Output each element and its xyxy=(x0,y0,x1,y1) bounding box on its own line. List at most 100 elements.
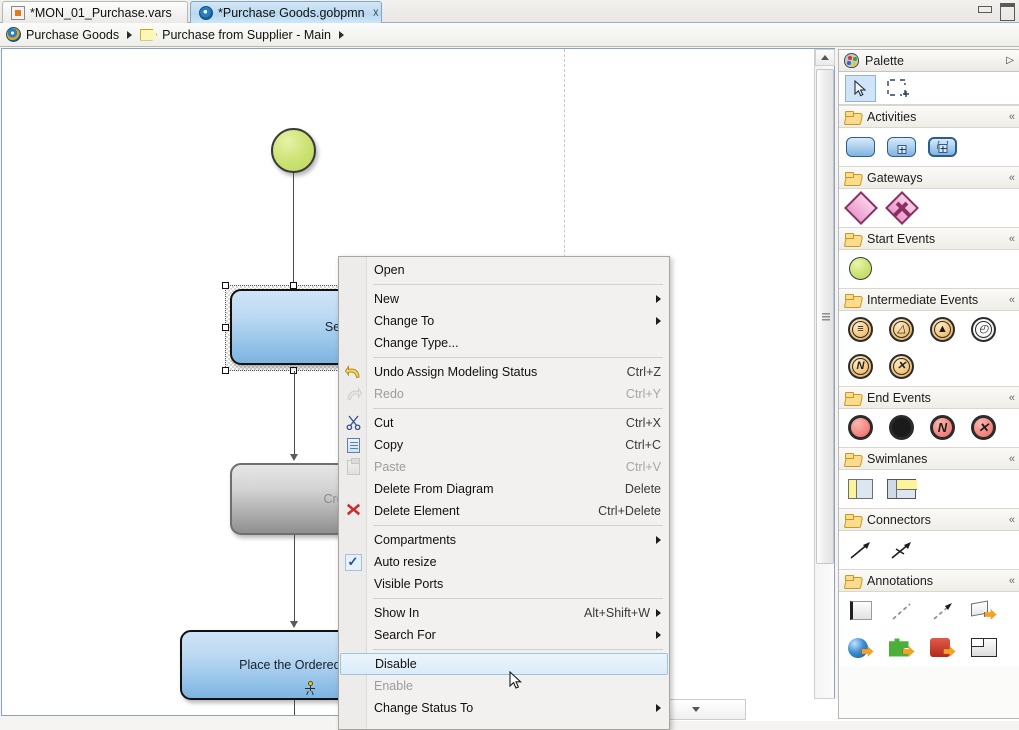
triangle-down-icon-h xyxy=(691,707,700,712)
minimize-icon[interactable] xyxy=(977,3,992,16)
association-icon[interactable] xyxy=(886,596,917,625)
context-menu-item-delete-element[interactable]: Delete Element Ctrl+Delete xyxy=(339,500,669,522)
task-icon[interactable] xyxy=(845,132,876,161)
palette-group-end-events[interactable]: End Events « xyxy=(839,386,1019,409)
scrollbar-grip-icon xyxy=(822,312,830,321)
palette-group-intermediate-events[interactable]: Intermediate Events « xyxy=(839,288,1019,311)
context-menu-item-change-to[interactable]: Change To xyxy=(339,310,669,332)
palette-group-start-events[interactable]: Start Events « xyxy=(839,227,1019,250)
context-menu-item-label: Show In xyxy=(374,606,420,620)
context-menu[interactable]: Open New Change To Change Type... Undo Assig… xyxy=(338,256,670,730)
call-activity-icon[interactable]: [...] xyxy=(927,132,958,161)
group-icon[interactable] xyxy=(968,633,999,662)
context-menu-item-cut[interactable]: Cut Ctrl+X xyxy=(339,412,669,434)
directed-association-icon[interactable] xyxy=(927,596,958,625)
collapse-icon[interactable]: « xyxy=(1009,111,1015,123)
sequence-flow-2[interactable] xyxy=(294,371,295,457)
escalation-event-icon[interactable]: △ xyxy=(886,315,917,344)
sequence-flow-3[interactable] xyxy=(294,535,295,627)
resize-handle-n[interactable] xyxy=(290,282,297,289)
palette-group-gateways[interactable]: Gateways « xyxy=(839,166,1019,189)
editor-tab-vars[interactable]: *MON_01_Purchase.vars xyxy=(2,1,188,23)
data-object-icon[interactable] xyxy=(968,596,999,625)
breadcrumb-item-1[interactable]: Purchase from Supplier - Main xyxy=(162,28,331,42)
start-event-shape[interactable] xyxy=(271,128,316,173)
context-menu-item-show-in[interactable]: Show In Alt+Shift+W xyxy=(339,602,669,624)
context-menu-item-label: Change Type... xyxy=(374,336,459,350)
context-menu-item-shortcut: Ctrl+X xyxy=(625,416,661,430)
palette-group-annotations[interactable]: Annotations « xyxy=(839,569,1019,592)
bpmn-file-icon xyxy=(199,5,213,20)
collapse-icon-6[interactable]: « xyxy=(1009,453,1015,465)
collapse-icon-3[interactable]: « xyxy=(1009,233,1015,245)
context-menu-item-open[interactable]: Open xyxy=(339,259,669,281)
context-menu-item-shortcut: Ctrl+Delete xyxy=(598,504,661,518)
start-event-icon[interactable] xyxy=(845,254,876,283)
context-menu-item-visible-ports[interactable]: Visible Ports xyxy=(339,573,669,595)
lane-vertical-icon[interactable] xyxy=(845,474,876,503)
sequence-flow-1[interactable] xyxy=(293,173,294,287)
terminate-event-icon[interactable] xyxy=(886,413,917,442)
marquee-icon[interactable] xyxy=(882,75,913,102)
context-menu-item-compartments[interactable]: Compartments xyxy=(339,529,669,551)
palette-panel: Palette ▷ Activities « [...] xyxy=(838,49,1019,719)
object-reference-icon[interactable] xyxy=(927,633,958,662)
context-menu-separator xyxy=(373,284,663,285)
error-end-icon[interactable]: ✕ xyxy=(968,413,999,442)
signal-event-icon[interactable]: N xyxy=(845,352,876,381)
close-icon[interactable]: ☓ xyxy=(373,7,379,19)
palette-group-swimlanes[interactable]: Swimlanes « xyxy=(839,447,1019,470)
palette-items-connectors xyxy=(839,531,1019,569)
context-menu-item-new[interactable]: New xyxy=(339,288,669,310)
message-event-icon[interactable]: ≡ xyxy=(845,315,876,344)
pool-horizontal-icon[interactable] xyxy=(886,474,917,503)
resize-handle-w[interactable] xyxy=(222,324,229,331)
collapse-icon-8[interactable]: « xyxy=(1009,575,1015,587)
cut-icon xyxy=(344,415,362,431)
gateway-parallel-icon[interactable] xyxy=(884,190,919,225)
end-event-icon[interactable] xyxy=(845,413,876,442)
canvas-vertical-scrollbar[interactable] xyxy=(814,49,835,715)
sequence-flow-3-arrow xyxy=(290,621,298,628)
sequence-flow-icon[interactable] xyxy=(845,535,876,564)
resize-handle-nw[interactable] xyxy=(222,282,229,289)
palette-items-gateways xyxy=(839,189,1019,227)
sequence-flow-4[interactable] xyxy=(294,700,295,715)
context-menu-item-copy[interactable]: Copy Ctrl+C xyxy=(339,434,669,456)
gateway-icon[interactable] xyxy=(843,190,878,225)
editor-tab-bar: *MON_01_Purchase.vars *Purchase Goods.go… xyxy=(0,0,1019,23)
palette-group-activities[interactable]: Activities « xyxy=(839,105,1019,128)
delete-icon xyxy=(344,503,362,519)
collapse-icon-2[interactable]: « xyxy=(1009,172,1015,184)
collapse-icon-4[interactable]: « xyxy=(1009,294,1015,306)
breadcrumb-item-0[interactable]: Purchase Goods xyxy=(26,28,119,42)
context-menu-item-change-type[interactable]: Change Type... xyxy=(339,332,669,354)
scroll-up-button[interactable] xyxy=(815,49,835,66)
context-menu-item-auto-resize[interactable]: ✓ Auto resize xyxy=(339,551,669,573)
subprocess-icon[interactable] xyxy=(886,132,917,161)
user-task-icon-3 xyxy=(304,681,316,695)
text-annotation-icon[interactable] xyxy=(845,596,876,625)
context-menu-item-disable[interactable]: Disable xyxy=(340,653,668,675)
collapse-icon-7[interactable]: « xyxy=(1009,514,1015,526)
maximize-icon[interactable] xyxy=(999,3,1015,21)
plugin-reference-icon[interactable] xyxy=(886,633,917,662)
triangle-up-icon xyxy=(821,55,829,60)
palette-group-connectors[interactable]: Connectors « xyxy=(839,508,1019,531)
scrollbar-thumb[interactable] xyxy=(816,69,834,564)
web-reference-icon[interactable] xyxy=(845,633,876,662)
arrow-cursor-icon[interactable] xyxy=(845,74,876,102)
resize-handle-sw[interactable] xyxy=(222,367,229,374)
context-menu-item-undo-assign-modeling-status[interactable]: Undo Assign Modeling Status Ctrl+Z xyxy=(339,361,669,383)
signal-end-icon[interactable]: N xyxy=(927,413,958,442)
throw-event-icon[interactable]: ▲ xyxy=(927,315,958,344)
context-menu-item-change-status-to[interactable]: Change Status To xyxy=(339,697,669,719)
timer-event-icon[interactable]: ◴ xyxy=(968,315,999,344)
collapse-icon-5[interactable]: « xyxy=(1009,392,1015,404)
context-menu-item-search-for[interactable]: Search For xyxy=(339,624,669,646)
cancel-event-icon[interactable]: ✕ xyxy=(886,352,917,381)
context-menu-item-delete-from-diagram[interactable]: Delete From Diagram Delete xyxy=(339,478,669,500)
message-flow-icon[interactable] xyxy=(886,535,917,564)
palette-expand-icon[interactable]: ▷ xyxy=(1006,55,1014,66)
editor-tab-bpmn[interactable]: *Purchase Goods.gobpmn ☓ xyxy=(190,1,382,23)
